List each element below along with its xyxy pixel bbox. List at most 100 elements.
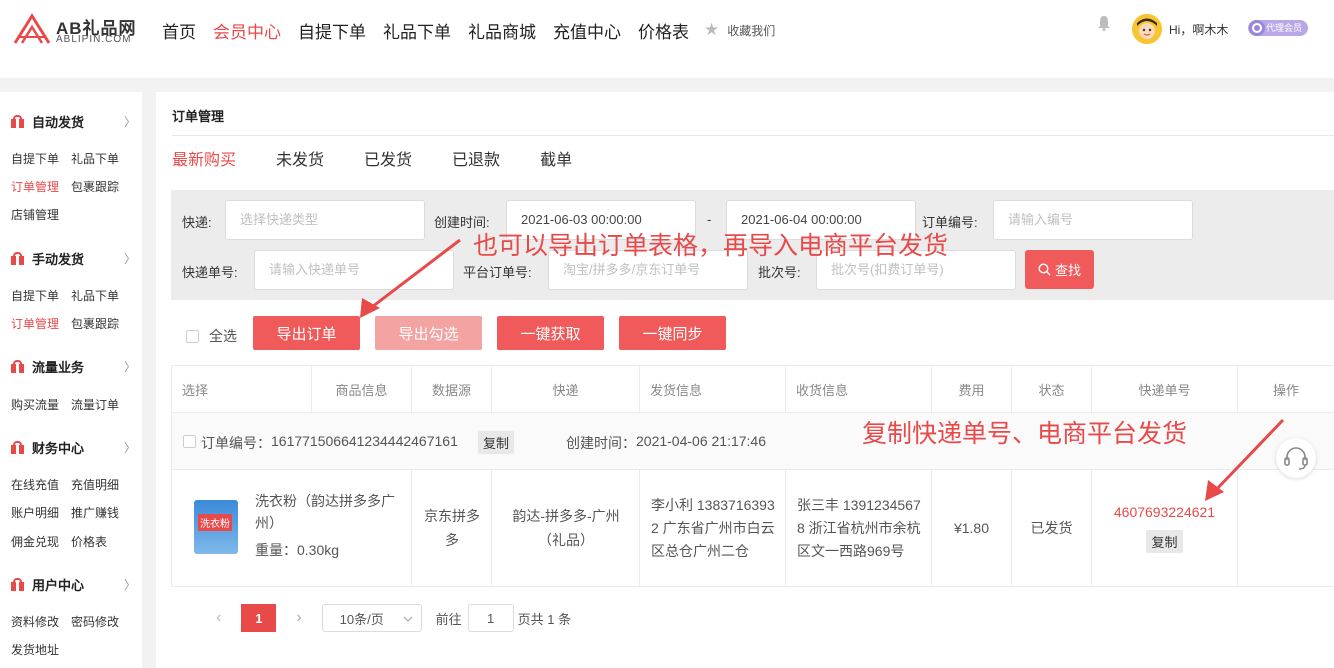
user-greeting[interactable]: Hi，啊木木 (1169, 21, 1228, 38)
sidebar-item-gift-order[interactable]: 礼品下单 (71, 287, 119, 304)
export-orders-button[interactable]: 导出订单 (253, 316, 360, 350)
col-header-express: 快递 (491, 365, 639, 413)
sidebar-item-package-tracking[interactable]: 包裹跟踪 (71, 178, 119, 195)
col-header-select: 选择 (171, 365, 311, 413)
sidebar-item-shipping-address[interactable]: 发货地址 (11, 641, 59, 658)
annotation-copy-hint: 复制快递单号、电商平台发货 (862, 420, 1188, 448)
nav-recharge[interactable]: 充值中心 (553, 18, 621, 43)
copy-tracking-button[interactable]: 复制 (1146, 529, 1183, 553)
gift-icon (11, 578, 24, 591)
sidebar-item-price-list[interactable]: 价格表 (71, 533, 107, 550)
sidebar-section-title: 财务中心 (32, 441, 85, 456)
avatar-face-icon (1132, 14, 1162, 44)
sidebar-item-change-password[interactable]: 密码修改 (71, 613, 119, 630)
receiver-cell: 张三丰 13912345678 浙江省杭州市余杭区文一西路969号 (785, 470, 931, 587)
nav-gift-order[interactable]: 礼品下单 (383, 18, 451, 43)
next-page-button[interactable]: › (296, 609, 301, 627)
sidebar-item-online-recharge[interactable]: 在线充值 (11, 476, 59, 493)
tab-unshipped[interactable]: 未发货 (276, 146, 324, 170)
sidebar-item-edit-profile[interactable]: 资料修改 (11, 613, 59, 630)
star-icon: ★ (704, 20, 720, 39)
copy-order-no-button[interactable]: 复制 (478, 431, 515, 454)
sidebar-item-buy-traffic[interactable]: 购买流量 (11, 396, 59, 413)
product-name[interactable]: 洗衣粉（韵达拼多多广州） (255, 490, 405, 534)
chevron-right-icon: 〉 (124, 252, 137, 266)
one-click-fetch-button[interactable]: 一键获取 (497, 316, 604, 350)
sidebar-section-traffic[interactable]: 流量业务 (11, 357, 84, 376)
sidebar-item-order-management[interactable]: 订单管理 (11, 178, 59, 195)
actions-cell (1237, 470, 1334, 587)
source-cell: 京东拼多多 (411, 470, 491, 587)
page-1-button[interactable]: 1 (241, 604, 277, 632)
select-all[interactable]: 全选 (186, 326, 237, 346)
tab-shipped[interactable]: 已发货 (364, 146, 412, 170)
favorite-link[interactable]: ★ 收藏我们 (704, 20, 775, 40)
col-header-product: 商品信息 (311, 365, 411, 413)
sidebar-item-commission-cashout[interactable]: 佣金兑现 (11, 533, 59, 550)
avatar[interactable] (1132, 14, 1162, 44)
main-panel: 订单管理 最新购买 未发货 已发货 已退款 截单 快递: 选择快递类型 创建时间… (156, 92, 1334, 668)
tab-latest[interactable]: 最新购买 (172, 146, 236, 170)
sidebar-item-promote-earn[interactable]: 推广赚钱 (71, 504, 119, 521)
nav-home[interactable]: 首页 (162, 18, 196, 43)
gift-icon (11, 360, 24, 373)
site-logo[interactable]: AB礼品网 ABLIPIN.COM (12, 13, 152, 47)
receiver-info: 张三丰 13912345678 浙江省杭州市余杭区文一西路969号 (797, 496, 921, 559)
sidebar-section-user-center[interactable]: 用户中心 (11, 575, 84, 594)
express-select[interactable]: 选择快递类型 (225, 200, 425, 240)
status-badge: 已发货 (1030, 520, 1073, 536)
sidebar-item-recharge-details[interactable]: 充值明细 (71, 476, 119, 493)
goto-page-input[interactable]: 1 (467, 604, 514, 632)
sidebar-section-title: 用户中心 (32, 578, 85, 593)
tracking-no-input[interactable]: 请输入快递单号 (254, 250, 454, 290)
search-button[interactable]: 查找 (1025, 250, 1094, 289)
prev-page-button[interactable]: ‹ (216, 609, 221, 627)
fee-value: ¥1.80 (953, 520, 990, 536)
sidebar-section-auto-ship[interactable]: 自动发货 (11, 112, 84, 131)
sidebar-item-account-details[interactable]: 账户明细 (11, 504, 59, 521)
order-checkbox[interactable] (183, 435, 196, 448)
nav-gift-mall[interactable]: 礼品商城 (468, 18, 536, 43)
orders-table: 选择 商品信息 数据源 快递 发货信息 收货信息 费用 状态 快递单号 操作 订… (171, 365, 1334, 587)
one-click-sync-button[interactable]: 一键同步 (619, 316, 726, 350)
order-tabs: 最新购买 未发货 已发货 已退款 截单 (172, 146, 612, 170)
nav-member-center[interactable]: 会员中心 (213, 18, 281, 43)
sidebar-item-self-order[interactable]: 自提下单 (11, 287, 59, 304)
product-cell: 洗衣粉 洗衣粉（韵达拼多多广州） 重量：0.30kg (171, 470, 411, 587)
sidebar-item-store-management[interactable]: 店铺管理 (11, 206, 59, 223)
sidebar-section-title: 自动发货 (32, 115, 85, 130)
product-thumbnail[interactable]: 洗衣粉 (194, 500, 238, 554)
goto-label: 前往 (435, 611, 462, 627)
tab-refunded[interactable]: 已退款 (452, 146, 500, 170)
sender-info: 李小利 13837163932 广东省广州市白云区总仓广州二仓 (651, 496, 775, 559)
logo-subtext: ABLIPIN.COM (56, 34, 132, 45)
sidebar-section-finance[interactable]: 财务中心 (11, 438, 84, 457)
col-header-sender: 发货信息 (639, 365, 785, 413)
page-title: 订单管理 (172, 109, 225, 124)
main-nav: 首页 会员中心 自提下单 礼品下单 礼品商城 充值中心 价格表 ★ 收藏我们 (162, 18, 775, 42)
tracking-number[interactable]: 4607693224621 (1114, 504, 1215, 520)
annotation-export-hint: 也可以导出订单表格，再导入电商平台发货 (473, 232, 949, 260)
bell-icon[interactable] (1097, 15, 1111, 31)
fee-cell: ¥1.80 (931, 470, 1011, 587)
page-size-select[interactable]: 10条/页 (321, 604, 422, 632)
sidebar-item-gift-order[interactable]: 礼品下单 (71, 150, 119, 167)
product-weight: 重量：0.30kg (255, 542, 340, 558)
tab-cutoff[interactable]: 截单 (540, 146, 572, 170)
sidebar-item-self-order[interactable]: 自提下单 (11, 150, 59, 167)
export-selected-button[interactable]: 导出勾选 (375, 316, 482, 350)
chevron-right-icon: 〉 (124, 578, 137, 592)
nav-self-order[interactable]: 自提下单 (298, 18, 366, 43)
order-no-label: 订单编号： (201, 435, 271, 451)
sidebar-section-manual-ship[interactable]: 手动发货 (11, 249, 84, 268)
col-header-receiver: 收货信息 (785, 365, 931, 413)
sidebar-item-order-management[interactable]: 订单管理 (11, 315, 59, 332)
customer-service-button[interactable] (1276, 438, 1316, 478)
sidebar-item-package-tracking[interactable]: 包裹跟踪 (71, 315, 119, 332)
sidebar-item-traffic-orders[interactable]: 流量订单 (71, 396, 119, 413)
top-header: AB礼品网 ABLIPIN.COM 首页 会员中心 自提下单 礼品下单 礼品商城… (0, 0, 1334, 78)
nav-price-list[interactable]: 价格表 (638, 18, 689, 43)
order-no-input[interactable]: 请输入编号 (993, 200, 1193, 240)
page-size-value: 10条/页 (339, 611, 384, 627)
select-all-checkbox[interactable] (186, 329, 199, 343)
